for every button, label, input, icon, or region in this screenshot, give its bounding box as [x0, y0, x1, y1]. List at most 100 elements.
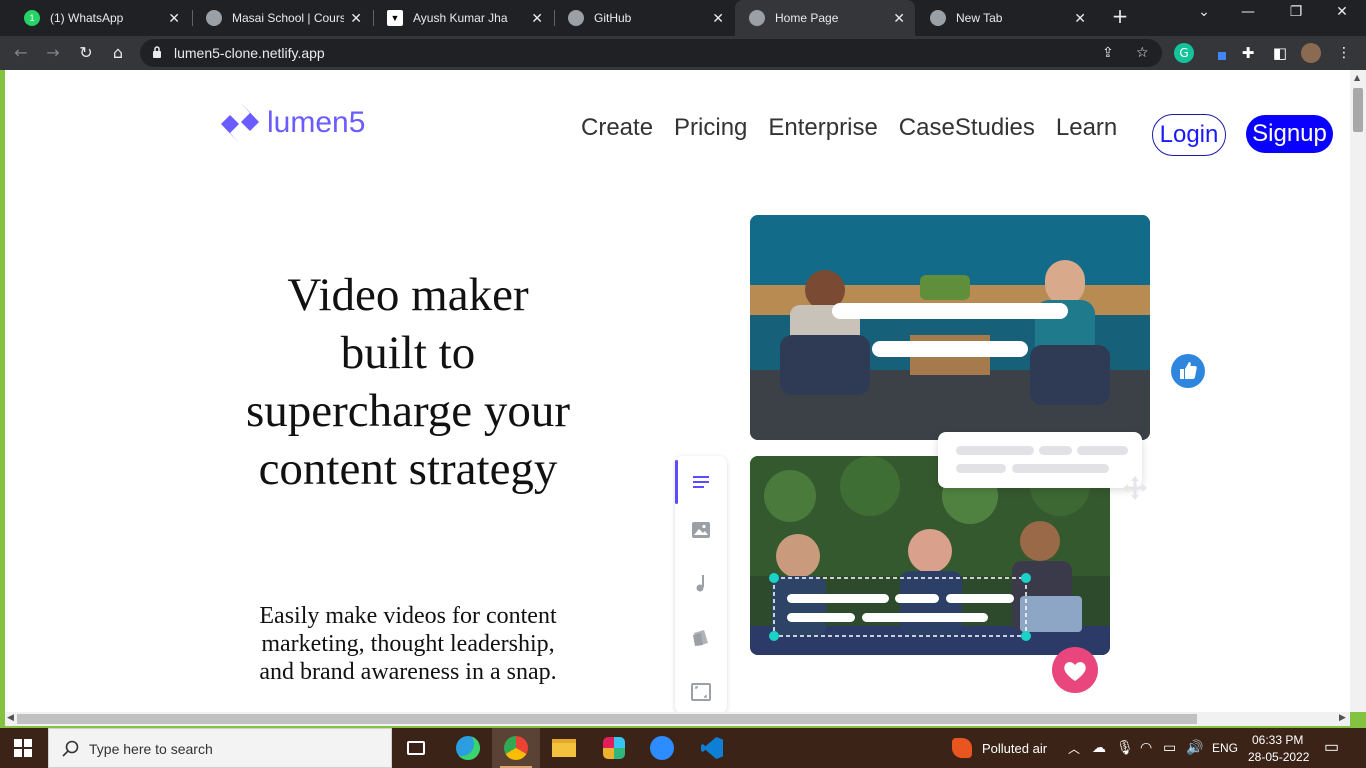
lock-icon: [153, 46, 161, 58]
logo[interactable]: lumen5: [219, 100, 365, 146]
wifi-icon[interactable]: ◠: [1140, 739, 1152, 756]
close-icon[interactable]: ✕: [350, 10, 362, 27]
search-placeholder: Type here to search: [89, 741, 213, 757]
address-bar[interactable]: lumen5-clone.netlify.app ⇪ ☆: [140, 39, 1162, 67]
close-icon[interactable]: ✕: [712, 10, 724, 27]
browser-tab-strip: 1 (1) WhatsApp ✕ Masai School | Course ✕…: [0, 0, 1366, 36]
whatsapp-icon: 1: [24, 10, 40, 26]
battery-icon[interactable]: ▭: [1163, 739, 1176, 756]
restore-button[interactable]: ❐: [1282, 4, 1310, 20]
zoom-icon[interactable]: [638, 728, 686, 768]
meeting-photo-image: [750, 215, 1150, 440]
lumen5-logo-icon: [221, 102, 259, 144]
horizontal-scrollbar[interactable]: ◀ ▶: [5, 712, 1350, 726]
tab-github[interactable]: GitHub ✕: [554, 4, 734, 32]
scrollbar-thumb[interactable]: [1353, 88, 1363, 132]
close-icon[interactable]: ✕: [168, 10, 180, 27]
back-button[interactable]: ←: [10, 42, 32, 64]
extension-pen-icon[interactable]: [1208, 43, 1228, 63]
cards-icon[interactable]: [689, 626, 713, 650]
scroll-up-icon[interactable]: ▲: [1354, 73, 1360, 82]
chrome-taskbar-icon[interactable]: [492, 728, 540, 768]
microphone-icon[interactable]: 🎙: [1116, 739, 1134, 756]
new-tab-button[interactable]: +: [1108, 4, 1132, 28]
browser-toolbar: ← → ↻ ⌂ lumen5-clone.netlify.app ⇪ ☆ G ✚…: [0, 36, 1366, 70]
cloud-icon[interactable]: ☁: [1092, 739, 1106, 756]
logo-text: lumen5: [267, 106, 366, 139]
tab-title: Masai School | Course: [232, 11, 345, 25]
main-nav: Create Pricing Enterprise CaseStudies Le…: [581, 114, 1138, 142]
scroll-right-icon[interactable]: ▶: [1339, 713, 1346, 723]
nav-case-studies[interactable]: CaseStudies: [899, 114, 1035, 142]
editor-side-toolbar: [675, 456, 727, 712]
chevron-up-icon[interactable]: ︿: [1068, 740, 1080, 757]
close-icon[interactable]: ✕: [893, 10, 905, 27]
tab-title: GitHub: [594, 11, 632, 25]
chrome-icon: [930, 10, 946, 26]
task-view-icon[interactable]: [392, 728, 440, 768]
vercel-icon: ▼: [387, 10, 403, 26]
puzzle-icon[interactable]: ✚: [1238, 43, 1258, 63]
tab-whatsapp[interactable]: 1 (1) WhatsApp ✕: [10, 4, 190, 32]
nav-learn[interactable]: Learn: [1056, 114, 1117, 142]
file-explorer-icon[interactable]: [540, 728, 588, 768]
thumbs-up-icon: [1171, 354, 1205, 388]
window-close-button[interactable]: ✕: [1328, 4, 1356, 20]
vertical-scrollbar[interactable]: ▲: [1350, 70, 1366, 712]
speaker-icon[interactable]: 🔊: [1186, 739, 1203, 756]
reload-button[interactable]: ↻: [75, 42, 97, 64]
image-icon[interactable]: [689, 518, 713, 542]
close-icon[interactable]: ✕: [531, 10, 543, 27]
tab-title: Ayush Kumar Jha: [413, 11, 508, 25]
tab-new-tab[interactable]: New Tab ✕: [916, 4, 1096, 32]
minimize-button[interactable]: —: [1234, 4, 1262, 20]
nav-create[interactable]: Create: [581, 114, 653, 142]
tab-masai-school[interactable]: Masai School | Course ✕: [192, 4, 372, 32]
menu-icon[interactable]: ⋮: [1334, 43, 1354, 63]
active-tool-indicator: [675, 460, 678, 504]
tab-home-page[interactable]: Home Page ✕: [735, 0, 915, 36]
floating-text-card: [938, 432, 1142, 488]
nav-pricing[interactable]: Pricing: [674, 114, 747, 142]
edge-icon[interactable]: [444, 728, 492, 768]
clock-date[interactable]: 28-05-2022: [1248, 750, 1309, 764]
side-panel-icon[interactable]: ◧: [1270, 43, 1290, 63]
slack-icon[interactable]: [590, 728, 638, 768]
vscode-icon[interactable]: [688, 728, 736, 768]
windows-taskbar: Type here to search Polluted air ︿ ☁ 🎙 ◠…: [0, 728, 1366, 768]
url-text[interactable]: lumen5-clone.netlify.app: [174, 45, 325, 61]
tab-title: New Tab: [956, 11, 1003, 25]
notification-icon[interactable]: ▭: [1324, 737, 1339, 757]
resize-frame-icon[interactable]: [689, 680, 713, 704]
scroll-left-icon[interactable]: ◀: [7, 713, 14, 723]
weather-text[interactable]: Polluted air: [982, 741, 1047, 756]
tab-ayush-kumar-jha[interactable]: ▼ Ayush Kumar Jha ✕: [373, 4, 553, 32]
signup-button[interactable]: Signup: [1246, 115, 1333, 153]
heart-icon: [1052, 647, 1098, 693]
grammarly-icon[interactable]: G: [1174, 43, 1194, 63]
text-lines-icon[interactable]: [689, 470, 713, 494]
forward-button[interactable]: →: [42, 42, 64, 64]
tab-search-icon[interactable]: ⌄: [1190, 4, 1218, 20]
page-viewport: lumen5 Create Pricing Enterprise CaseStu…: [5, 70, 1350, 712]
home-button[interactable]: ⌂: [107, 42, 129, 64]
globe-icon: [749, 10, 765, 26]
bookmark-star-icon[interactable]: ☆: [1136, 45, 1149, 61]
close-icon[interactable]: ✕: [1074, 10, 1086, 27]
taskbar-search-input[interactable]: Type here to search: [48, 728, 392, 768]
scrollbar-thumb[interactable]: [17, 714, 1197, 724]
music-note-icon[interactable]: [689, 572, 713, 596]
windows-start-icon[interactable]: [14, 739, 32, 757]
avatar[interactable]: [1301, 43, 1321, 63]
text-placeholder-lines: [956, 446, 1128, 473]
clock-time[interactable]: 06:33 PM: [1252, 733, 1303, 747]
language-indicator[interactable]: ENG: [1212, 741, 1238, 755]
login-button[interactable]: Login: [1152, 114, 1226, 156]
weather-icon[interactable]: [952, 738, 972, 758]
nav-enterprise[interactable]: Enterprise: [768, 114, 877, 142]
github-icon: [568, 10, 584, 26]
tab-title: (1) WhatsApp: [50, 11, 124, 25]
hero-photo-meeting: [750, 215, 1150, 440]
hero-subtitle: Easily make videos for content marketing…: [259, 603, 557, 685]
share-icon[interactable]: ⇪: [1102, 45, 1114, 61]
